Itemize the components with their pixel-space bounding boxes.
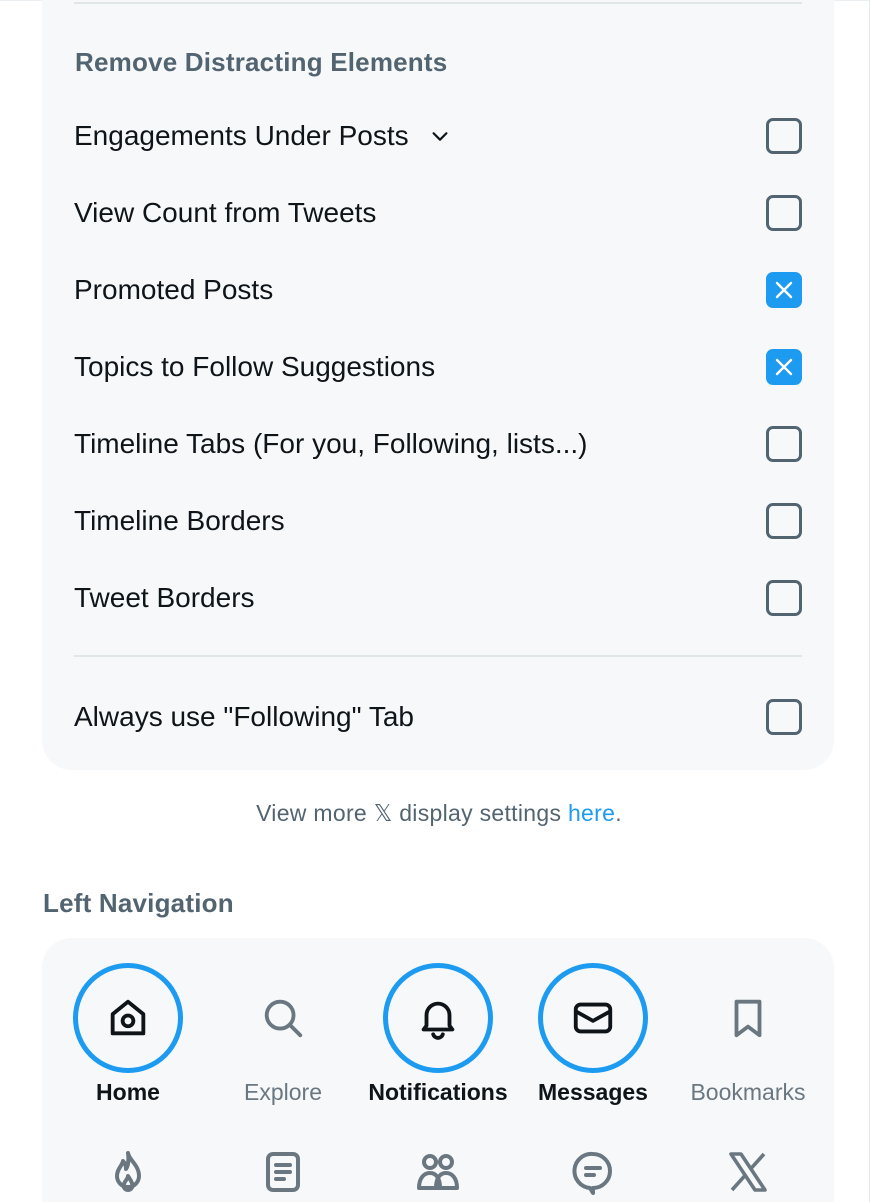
nav-label-home: Home — [96, 1079, 160, 1105]
option-label: Topics to Follow Suggestions — [74, 351, 436, 382]
chevron-down-icon[interactable] — [429, 125, 451, 147]
nav-item-trending[interactable] — [104, 1148, 164, 1202]
option-row-engagements[interactable]: Engagements Under Posts — [74, 111, 802, 161]
bookmark-icon — [734, 999, 762, 1038]
section-divider — [74, 655, 802, 657]
option-label: View Count from Tweets — [74, 197, 377, 228]
option-label: Tweet Borders — [74, 582, 255, 613]
distracting-elements-card: Remove Distracting Elements Engagements … — [42, 0, 834, 770]
nav-toggle-bookmarks[interactable] — [693, 963, 803, 1073]
checkbox-promoted-posts[interactable] — [766, 272, 802, 308]
option-row-following-tab[interactable]: Always use "Following" Tab — [74, 692, 802, 742]
note-period: . — [615, 800, 622, 826]
left-navigation-heading: Left Navigation — [43, 888, 234, 918]
here-link[interactable]: here — [568, 800, 615, 826]
nav-item-chat[interactable] — [569, 1148, 629, 1202]
nav-toggle-messages[interactable] — [538, 963, 648, 1073]
settings-page: Remove Distracting Elements Engagements … — [0, 0, 870, 1202]
home-icon — [110, 999, 146, 1036]
envelope-icon — [573, 1002, 613, 1034]
option-row-view-count[interactable]: View Count from Tweets — [74, 188, 802, 238]
article-icon — [266, 1152, 300, 1192]
nav-label-notifications: Notifications — [368, 1079, 508, 1105]
close-icon — [775, 281, 793, 299]
chat-bubble-icon — [572, 1151, 612, 1195]
left-navigation-card: Home Explore Notifications Messages Book — [42, 938, 834, 1202]
search-icon — [264, 999, 303, 1038]
communities-icon — [417, 1154, 459, 1190]
option-row-topics[interactable]: Topics to Follow Suggestions — [74, 342, 802, 392]
nav-label-messages: Messages — [538, 1079, 648, 1105]
nav-toggle-home[interactable] — [73, 963, 183, 1073]
section-divider-top — [74, 2, 802, 4]
checkbox-timeline-borders[interactable] — [766, 503, 802, 539]
checkbox-tweet-borders[interactable] — [766, 580, 802, 616]
distracting-elements-heading: Remove Distracting Elements — [75, 47, 448, 77]
option-row-tweet-borders[interactable]: Tweet Borders — [74, 573, 802, 623]
nav-label-bookmarks: Bookmarks — [690, 1079, 806, 1105]
option-row-timeline-tabs[interactable]: Timeline Tabs (For you, Following, lists… — [74, 419, 802, 469]
checkbox-view-count[interactable] — [766, 195, 802, 231]
checkbox-engagements[interactable] — [766, 118, 802, 154]
option-label: Engagements Under Posts — [74, 120, 409, 151]
option-label-wrapper: Engagements Under Posts — [74, 120, 451, 152]
bell-icon — [421, 1001, 455, 1040]
option-row-timeline-borders[interactable]: Timeline Borders — [74, 496, 802, 546]
flame-icon — [115, 1151, 141, 1192]
nav-toggle-notifications[interactable] — [383, 963, 493, 1073]
checkbox-following-tab[interactable] — [766, 699, 802, 735]
nav-toggle-explore[interactable] — [228, 963, 338, 1073]
nav-item-articles[interactable] — [259, 1148, 319, 1202]
checkbox-timeline-tabs[interactable] — [766, 426, 802, 462]
nav-label-explore: Explore — [244, 1079, 322, 1105]
checkbox-topics[interactable] — [766, 349, 802, 385]
nav-item-x[interactable] — [724, 1148, 784, 1202]
close-icon — [775, 358, 793, 376]
x-logo-icon — [729, 1152, 767, 1192]
option-label: Always use "Following" Tab — [74, 701, 414, 732]
nav-item-communities[interactable] — [414, 1148, 474, 1202]
note-text: View more 𝕏 display settings — [256, 800, 568, 826]
option-label: Timeline Borders — [74, 505, 285, 536]
display-settings-note: View more 𝕏 display settings here. — [0, 800, 870, 827]
option-row-promoted-posts[interactable]: Promoted Posts — [74, 265, 802, 315]
option-label: Timeline Tabs (For you, Following, lists… — [74, 428, 588, 459]
option-label: Promoted Posts — [74, 274, 274, 305]
